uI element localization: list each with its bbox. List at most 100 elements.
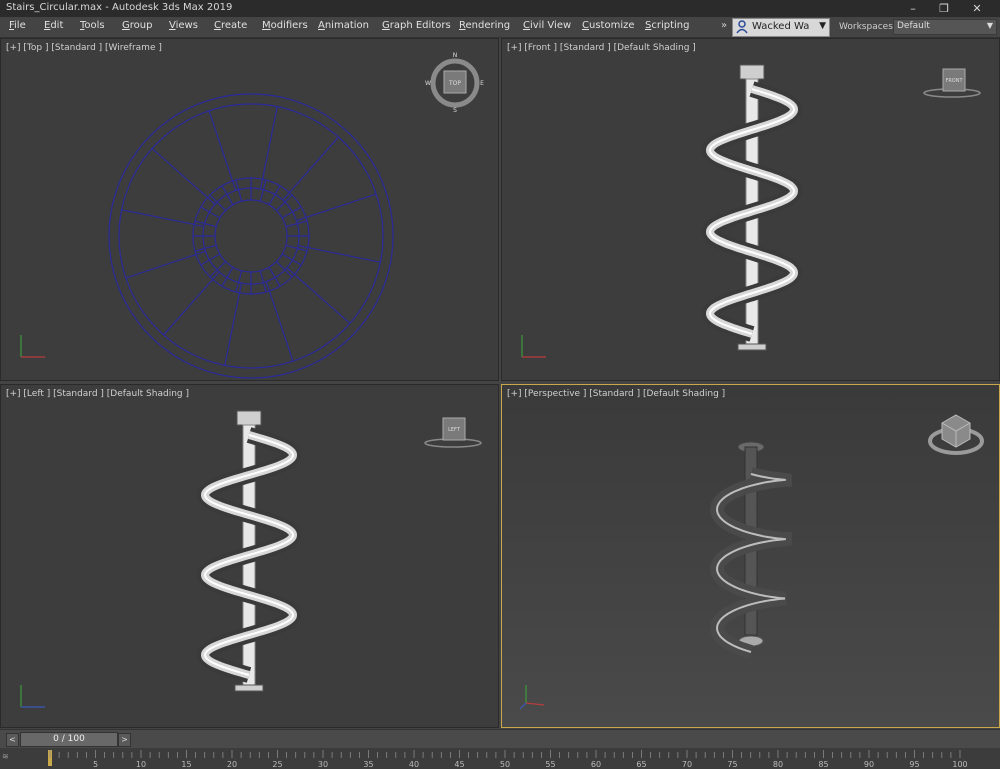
viewcube-left[interactable]: LEFT: [423, 413, 483, 453]
time-slider-bar: < 0 / 100 >: [0, 729, 1000, 748]
user-account-dropdown[interactable]: Wacked Wa ▼: [732, 18, 830, 37]
wireframe-stringer: [125, 250, 206, 279]
axis-tripod-icon: [521, 335, 546, 358]
track-ruler: 5 10 15 20 25 30 35 40 45 50 55 60 65 70 75 80 85 90 95 100: [48, 750, 968, 769]
maximize-button[interactable]: ❐: [929, 0, 959, 17]
user-name: Wacked Wa: [752, 21, 810, 32]
time-slider[interactable]: 0 / 100: [20, 732, 118, 747]
axis-tripod-icon: [20, 335, 45, 358]
track-tick-label: 95: [909, 760, 919, 769]
wireframe-step-line: [268, 185, 281, 206]
minimize-button[interactable]: –: [898, 0, 928, 17]
wireframe-stringer: [163, 271, 220, 336]
menu-overflow-button[interactable]: »: [721, 20, 727, 31]
track-tick-label: 40: [409, 760, 419, 769]
track-tick-label: 80: [773, 760, 783, 769]
viewcube-perspective[interactable]: [926, 409, 986, 459]
chevron-down-icon: ▼: [819, 21, 826, 31]
svg-text:S: S: [453, 107, 457, 113]
track-tick-label: 60: [591, 760, 601, 769]
perspective-stair-canvas: [710, 441, 792, 659]
menu-tools[interactable]: Tools: [80, 20, 105, 31]
wireframe-stringer: [121, 209, 205, 228]
workspaces-select[interactable]: Default ▼: [893, 19, 997, 35]
menu-graph-editors[interactable]: Graph Editors: [382, 20, 451, 31]
svg-text:E: E: [480, 80, 484, 87]
column-base: [234, 684, 264, 692]
menu-create[interactable]: Create: [214, 20, 247, 31]
wireframe-step-line: [200, 206, 221, 219]
wireframe-stringer: [259, 106, 278, 190]
menu-customize[interactable]: Customize: [582, 20, 635, 31]
chevron-down-icon: ▼: [986, 21, 993, 30]
svg-text:LEFT: LEFT: [448, 427, 461, 433]
wireframe-step-line: [221, 185, 234, 206]
track-tick-label: 35: [363, 760, 373, 769]
frame-display: 0 / 100: [53, 734, 85, 744]
wireframe-stringer: [208, 110, 237, 191]
svg-text:N: N: [453, 52, 458, 59]
wireframe-ring: [108, 93, 394, 379]
wireframe-step-line: [281, 253, 302, 266]
viewport-top[interactable]: [+] [Top ] [Standard ] [Wireframe ] TOP …: [0, 38, 499, 381]
workspaces-label: Workspaces:: [839, 22, 896, 32]
next-frame-button[interactable]: >: [118, 733, 131, 747]
track-tick-label: 10: [136, 760, 146, 769]
viewport-perspective[interactable]: [+] [Perspective ] [Standard ] [Default …: [501, 384, 1000, 728]
menu-views[interactable]: Views: [169, 20, 198, 31]
track-tick-label: 15: [181, 760, 191, 769]
wireframe-stringer: [286, 267, 351, 324]
column-cap: [236, 410, 262, 426]
menu-edit[interactable]: Edit: [44, 20, 63, 31]
wireframe-ring: [214, 199, 288, 273]
prev-frame-button[interactable]: <: [6, 733, 19, 747]
track-tick-label: 25: [272, 760, 282, 769]
wireframe-stringer: [297, 244, 381, 263]
track-tick-label: 65: [636, 760, 646, 769]
track-tick-label: 30: [318, 760, 328, 769]
window-title: Stairs_Circular.max - Autodesk 3ds Max 2…: [6, 2, 233, 13]
axis-tripod-icon: [20, 685, 45, 708]
menu-rendering[interactable]: Rendering: [459, 20, 510, 31]
wireframe-stringer: [282, 136, 339, 201]
track-tick-label: 5: [93, 760, 98, 769]
wireframe-step-line: [281, 206, 302, 219]
track-tick-label: 85: [818, 760, 828, 769]
wireframe-stringer: [224, 282, 243, 366]
wireframe-ring: [118, 103, 384, 369]
menu-file[interactable]: File: [9, 20, 26, 31]
svg-text:W: W: [425, 80, 431, 87]
track-tick-label: 75: [727, 760, 737, 769]
wireframe-stringer: [151, 148, 216, 205]
wireframe-stringer: [296, 193, 377, 222]
viewcube-front[interactable]: FRONT: [922, 63, 982, 103]
user-icon: [736, 20, 748, 34]
svg-text:FRONT: FRONT: [945, 78, 963, 84]
menu-animation[interactable]: Animation: [318, 20, 369, 31]
wireframe-step-line: [268, 266, 281, 287]
menu-group[interactable]: Group: [122, 20, 152, 31]
track-tick-label: 90: [864, 760, 874, 769]
menu-civil-view[interactable]: Civil View: [523, 20, 571, 31]
track-tick-label: 50: [500, 760, 510, 769]
menu-modifiers[interactable]: Modifiers: [262, 20, 308, 31]
track-bar[interactable]: ≋ 5 10 15 20 25 30 35 40 45 50 55 60 65 70 75 80 85 90 95 1…: [0, 748, 1000, 769]
viewport-left[interactable]: [+] [Left ] [Standard ] [Default Shading…: [0, 384, 499, 728]
close-button[interactable]: ✕: [962, 0, 992, 17]
wireframe-stringer: [265, 281, 294, 362]
axis-tripod-icon: [519, 685, 545, 710]
track-tick-label: 70: [682, 760, 692, 769]
workspaces-value: Default: [897, 21, 930, 31]
wireframe-step-line: [221, 266, 234, 287]
wireframe-step-line: [200, 253, 221, 266]
column-base: [737, 343, 767, 351]
track-tick-label: 55: [545, 760, 555, 769]
track-tick-label: 100: [952, 760, 967, 769]
title-bar: Stairs_Circular.max - Autodesk 3ds Max 2…: [0, 0, 1000, 17]
track-tick-label: 20: [227, 760, 237, 769]
viewport-front[interactable]: [+] [Front ] [Standard ] [Default Shadin…: [501, 38, 1000, 381]
menu-scripting[interactable]: Scripting: [645, 20, 689, 31]
svg-text:TOP: TOP: [448, 80, 461, 87]
track-tick-label: 45: [454, 760, 464, 769]
viewcube-top[interactable]: TOP N S W E: [425, 49, 485, 113]
